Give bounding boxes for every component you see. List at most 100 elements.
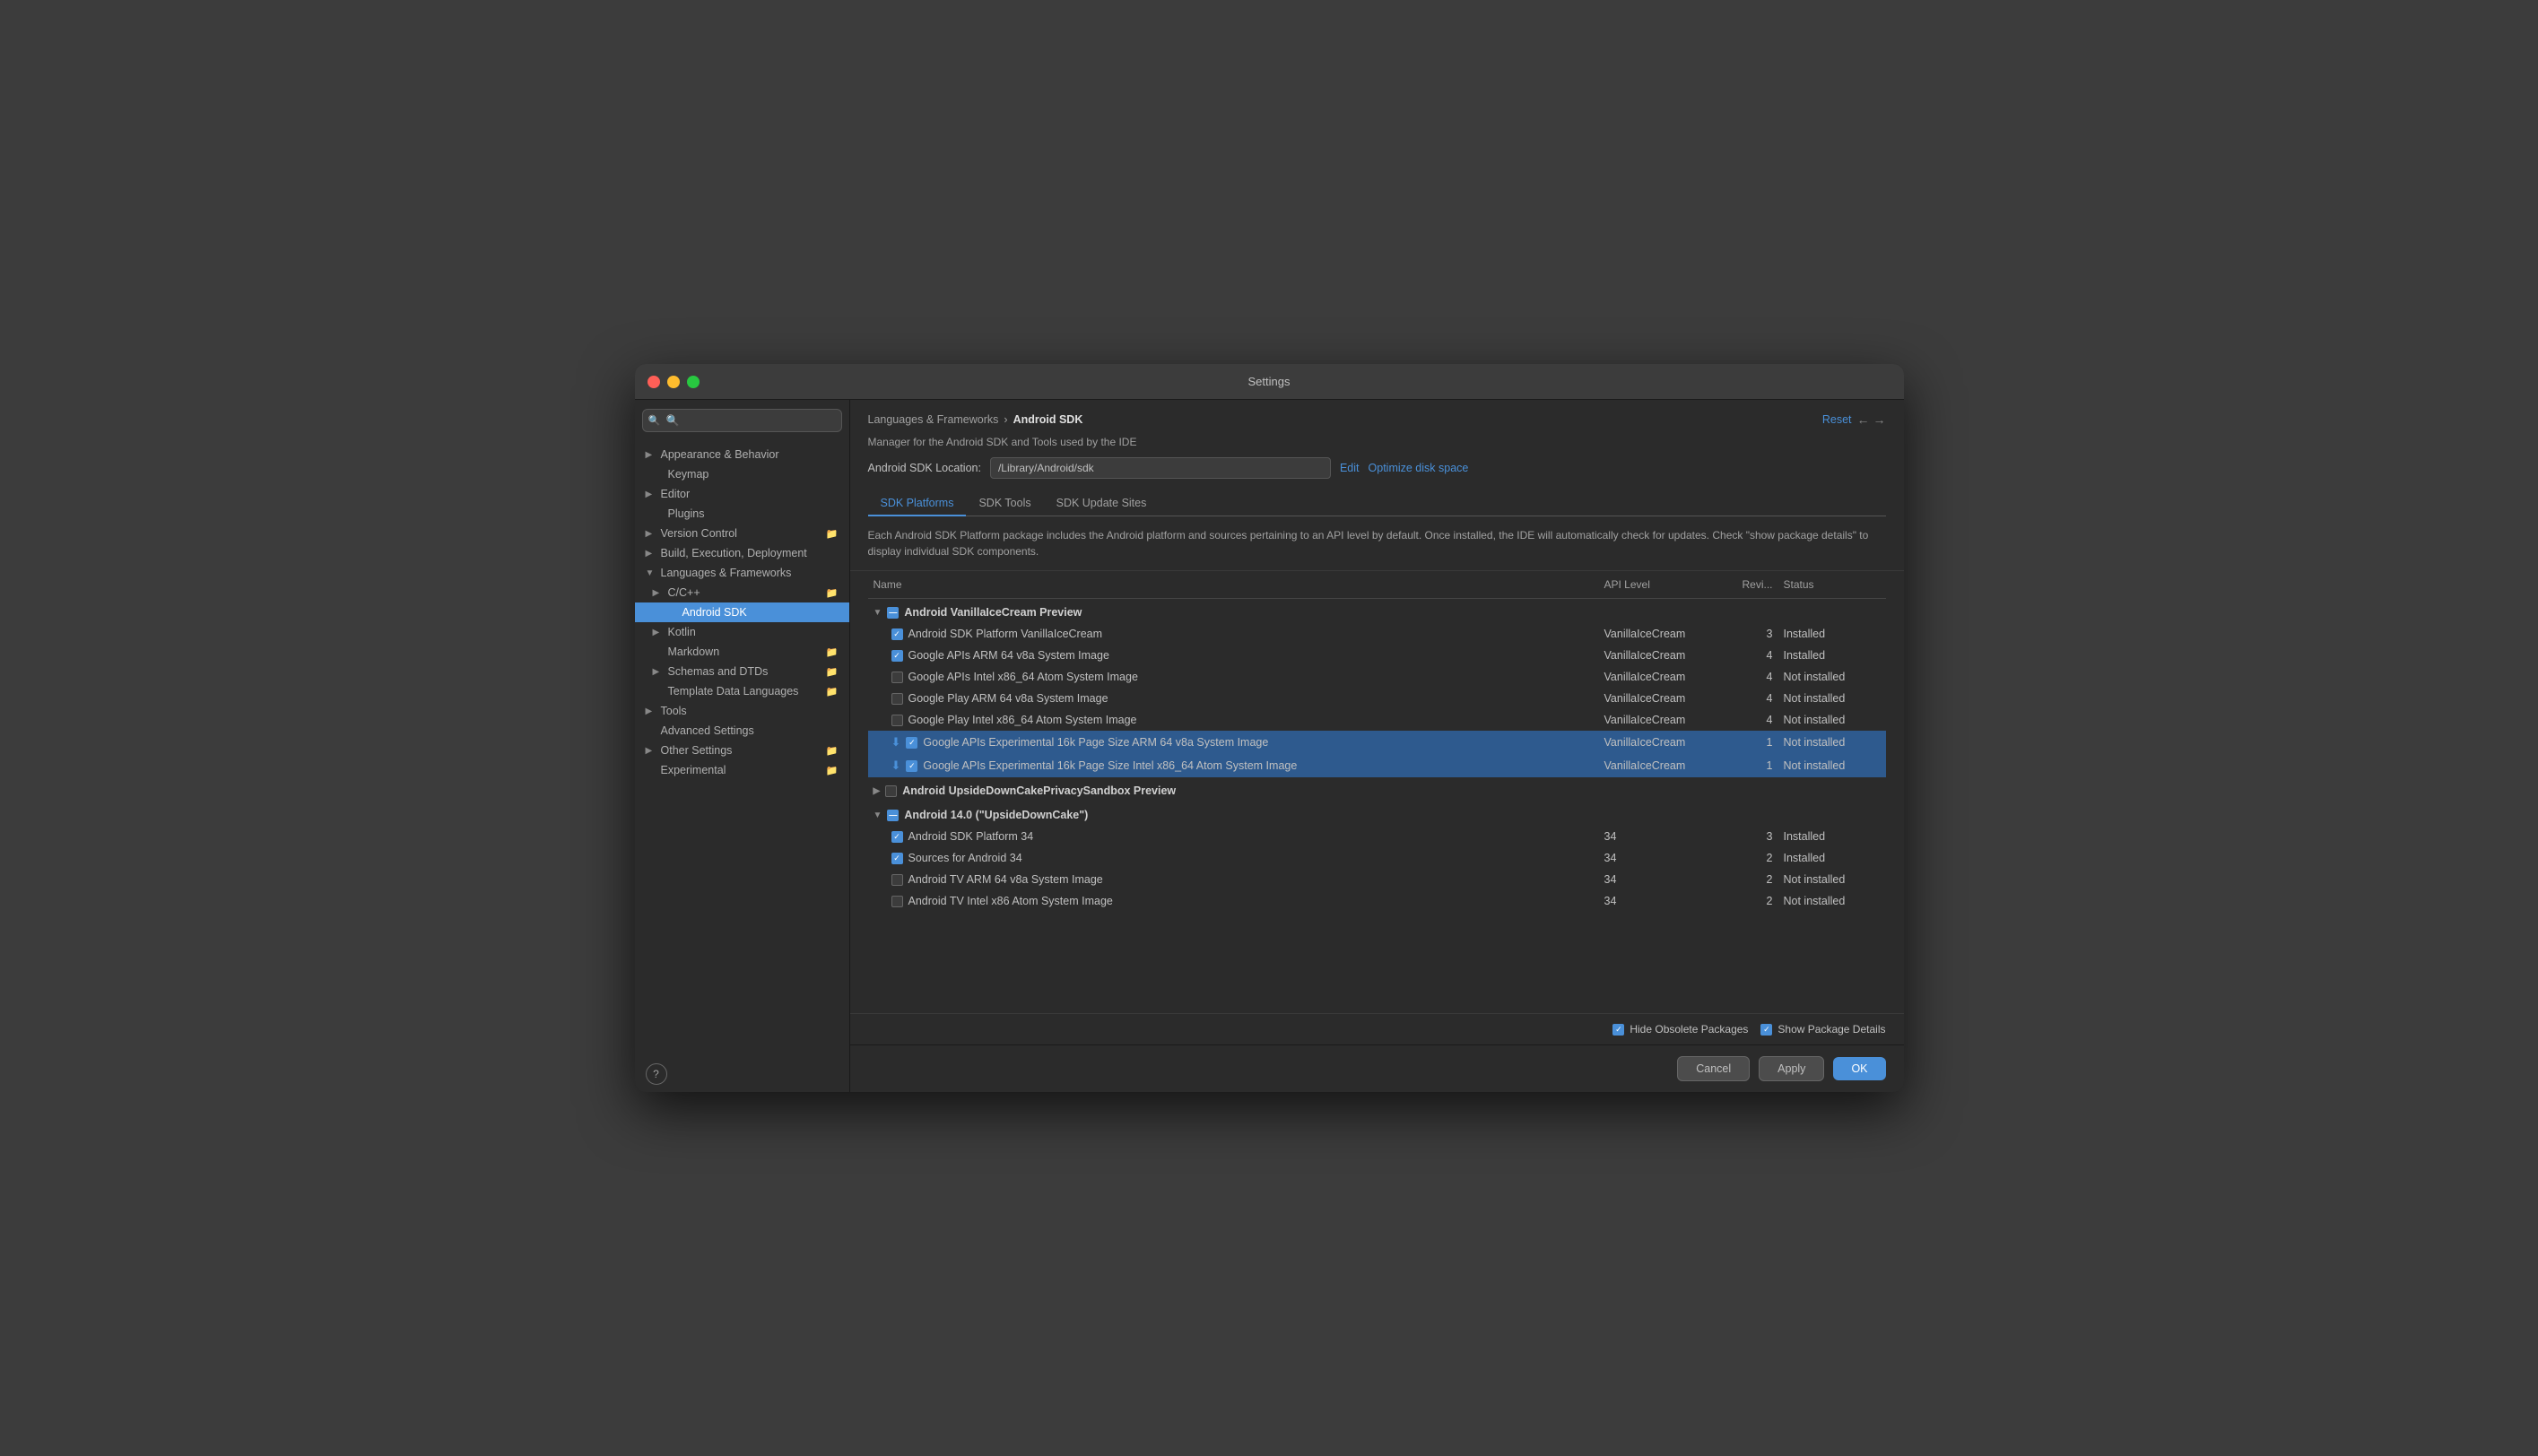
chevron-right-icon[interactable]: ▶ bbox=[874, 786, 881, 796]
tab-sdk-platforms[interactable]: SDK Platforms bbox=[868, 491, 967, 516]
sidebar-item-plugins[interactable]: Plugins bbox=[635, 504, 849, 524]
folder-icon: 📁 bbox=[826, 745, 839, 757]
nav-back-icon[interactable]: ← bbox=[1857, 412, 1870, 427]
row-api: VanillaIceCream bbox=[1599, 666, 1725, 688]
row-status: Installed bbox=[1778, 826, 1886, 847]
checkbox-unchecked[interactable] bbox=[891, 896, 903, 907]
folder-icon: 📁 bbox=[826, 646, 839, 658]
row-api bbox=[1599, 599, 1725, 624]
row-label: Android TV Intel x86 Atom System Image bbox=[908, 895, 1113, 907]
ok-button[interactable]: OK bbox=[1833, 1057, 1885, 1080]
row-status: Not installed bbox=[1778, 709, 1886, 731]
col-header-name: Name bbox=[868, 571, 1599, 599]
row-label: Android SDK Platform 34 bbox=[908, 830, 1034, 843]
row-rev: 4 bbox=[1725, 709, 1778, 731]
search-input[interactable] bbox=[642, 409, 842, 432]
sidebar-item-other-settings[interactable]: ▶ Other Settings 📁 bbox=[635, 741, 849, 760]
show-package-checkbox[interactable] bbox=[1760, 1024, 1772, 1036]
table-row[interactable]: ⬇ Google APIs Experimental 16k Page Size… bbox=[868, 754, 1886, 777]
maximize-button[interactable] bbox=[687, 376, 700, 388]
checkbox-checked[interactable] bbox=[891, 853, 903, 864]
sidebar-item-markdown[interactable]: Markdown 📁 bbox=[635, 642, 849, 662]
sidebar-item-label: Languages & Frameworks bbox=[661, 567, 792, 579]
row-api bbox=[1599, 802, 1725, 826]
checkbox-unchecked[interactable] bbox=[885, 785, 897, 797]
checkbox-unchecked[interactable] bbox=[891, 672, 903, 683]
breadcrumb-parent[interactable]: Languages & Frameworks bbox=[868, 413, 999, 426]
checkbox-partial[interactable] bbox=[887, 810, 899, 821]
checkbox-partial[interactable] bbox=[887, 607, 899, 619]
search-box[interactable]: 🔍 bbox=[642, 409, 842, 432]
row-label: Android TV ARM 64 v8a System Image bbox=[908, 873, 1103, 886]
checkbox-checked[interactable] bbox=[891, 628, 903, 640]
chevron-down-icon: ▼ bbox=[646, 568, 656, 578]
row-label: Google APIs ARM 64 v8a System Image bbox=[908, 649, 1109, 662]
close-button[interactable] bbox=[648, 376, 660, 388]
edit-button[interactable]: Edit bbox=[1340, 462, 1360, 474]
apply-button[interactable]: Apply bbox=[1759, 1056, 1824, 1081]
minimize-button[interactable] bbox=[667, 376, 680, 388]
sidebar-item-label: Build, Execution, Deployment bbox=[661, 547, 807, 559]
cancel-button[interactable]: Cancel bbox=[1677, 1056, 1750, 1081]
hide-obsolete-checkbox[interactable] bbox=[1612, 1024, 1624, 1036]
sidebar-item-schemas[interactable]: ▶ Schemas and DTDs 📁 bbox=[635, 662, 849, 681]
breadcrumb-current: Android SDK bbox=[1013, 413, 1083, 426]
sidebar-item-experimental[interactable]: Experimental 📁 bbox=[635, 760, 849, 780]
sidebar-item-tools[interactable]: ▶ Tools bbox=[635, 701, 849, 721]
checkbox-unchecked[interactable] bbox=[891, 874, 903, 886]
row-api: VanillaIceCream bbox=[1599, 645, 1725, 666]
row-name: Google Play Intel x86_64 Atom System Ima… bbox=[874, 714, 1594, 726]
chevron-down-icon[interactable]: ▼ bbox=[874, 810, 882, 820]
chevron-right-icon: ▶ bbox=[653, 628, 664, 637]
sidebar-item-cpp[interactable]: ▶ C/C++ 📁 bbox=[635, 583, 849, 602]
traffic-lights bbox=[648, 376, 700, 388]
sidebar-item-languages[interactable]: ▼ Languages & Frameworks bbox=[635, 563, 849, 583]
chevron-down-icon[interactable]: ▼ bbox=[874, 608, 882, 618]
sidebar-item-label: Keymap bbox=[668, 468, 709, 481]
sidebar-item-version-control[interactable]: ▶ Version Control 📁 bbox=[635, 524, 849, 543]
row-api: 34 bbox=[1599, 847, 1725, 869]
row-rev: 2 bbox=[1725, 869, 1778, 890]
sidebar-item-appearance[interactable]: ▶ Appearance & Behavior bbox=[635, 445, 849, 464]
checkbox-unchecked[interactable] bbox=[891, 693, 903, 705]
chevron-placeholder bbox=[646, 766, 656, 776]
checkbox-unchecked[interactable] bbox=[891, 715, 903, 726]
checkbox-checked[interactable] bbox=[906, 737, 917, 749]
row-status: Installed bbox=[1778, 645, 1886, 666]
sidebar-item-kotlin[interactable]: ▶ Kotlin bbox=[635, 622, 849, 642]
chevron-right-icon: ▶ bbox=[646, 529, 656, 539]
sidebar-item-android-sdk[interactable]: Android SDK bbox=[635, 602, 849, 622]
checkbox-checked[interactable] bbox=[891, 650, 903, 662]
checkbox-checked[interactable] bbox=[891, 831, 903, 843]
row-name: ▶ Android UpsideDownCakePrivacySandbox P… bbox=[874, 784, 1594, 797]
row-rev: 3 bbox=[1725, 623, 1778, 645]
sidebar-item-advanced-settings[interactable]: Advanced Settings bbox=[635, 721, 849, 741]
row-api: VanillaIceCream bbox=[1599, 688, 1725, 709]
optimize-disk-button[interactable]: Optimize disk space bbox=[1369, 462, 1469, 474]
sidebar-footer: ? bbox=[635, 1056, 849, 1092]
main-header: Languages & Frameworks › Android SDK Res… bbox=[850, 400, 1904, 516]
row-rev: 3 bbox=[1725, 826, 1778, 847]
tab-sdk-update-sites[interactable]: SDK Update Sites bbox=[1044, 491, 1160, 516]
sidebar-item-keymap[interactable]: Keymap bbox=[635, 464, 849, 484]
table-row: Android TV ARM 64 v8a System Image 34 2 … bbox=[868, 869, 1886, 890]
reset-button[interactable]: Reset bbox=[1822, 413, 1852, 426]
sidebar-item-build[interactable]: ▶ Build, Execution, Deployment bbox=[635, 543, 849, 563]
help-button[interactable]: ? bbox=[646, 1063, 667, 1085]
checkbox-checked[interactable] bbox=[906, 760, 917, 772]
row-name: ▼ Android VanillaIceCream Preview bbox=[874, 606, 1594, 619]
nav-forward-icon[interactable]: → bbox=[1873, 412, 1886, 427]
sidebar-item-editor[interactable]: ▶ Editor bbox=[635, 484, 849, 504]
hide-obsolete-option: Hide Obsolete Packages bbox=[1612, 1023, 1748, 1036]
table-row: Google Play ARM 64 v8a System Image Vani… bbox=[868, 688, 1886, 709]
row-api: VanillaIceCream bbox=[1599, 623, 1725, 645]
tab-sdk-tools[interactable]: SDK Tools bbox=[966, 491, 1043, 516]
breadcrumb-separator: › bbox=[1004, 413, 1007, 426]
row-label: Google Play Intel x86_64 Atom System Ima… bbox=[908, 714, 1137, 726]
table-row[interactable]: ⬇ Google APIs Experimental 16k Page Size… bbox=[868, 731, 1886, 754]
folder-icon: 📁 bbox=[826, 528, 839, 540]
sidebar-item-template-data[interactable]: Template Data Languages 📁 bbox=[635, 681, 849, 701]
table-row: Google Play Intel x86_64 Atom System Ima… bbox=[868, 709, 1886, 731]
sidebar-item-label: Schemas and DTDs bbox=[668, 665, 769, 678]
sdk-location-input[interactable] bbox=[990, 457, 1331, 479]
